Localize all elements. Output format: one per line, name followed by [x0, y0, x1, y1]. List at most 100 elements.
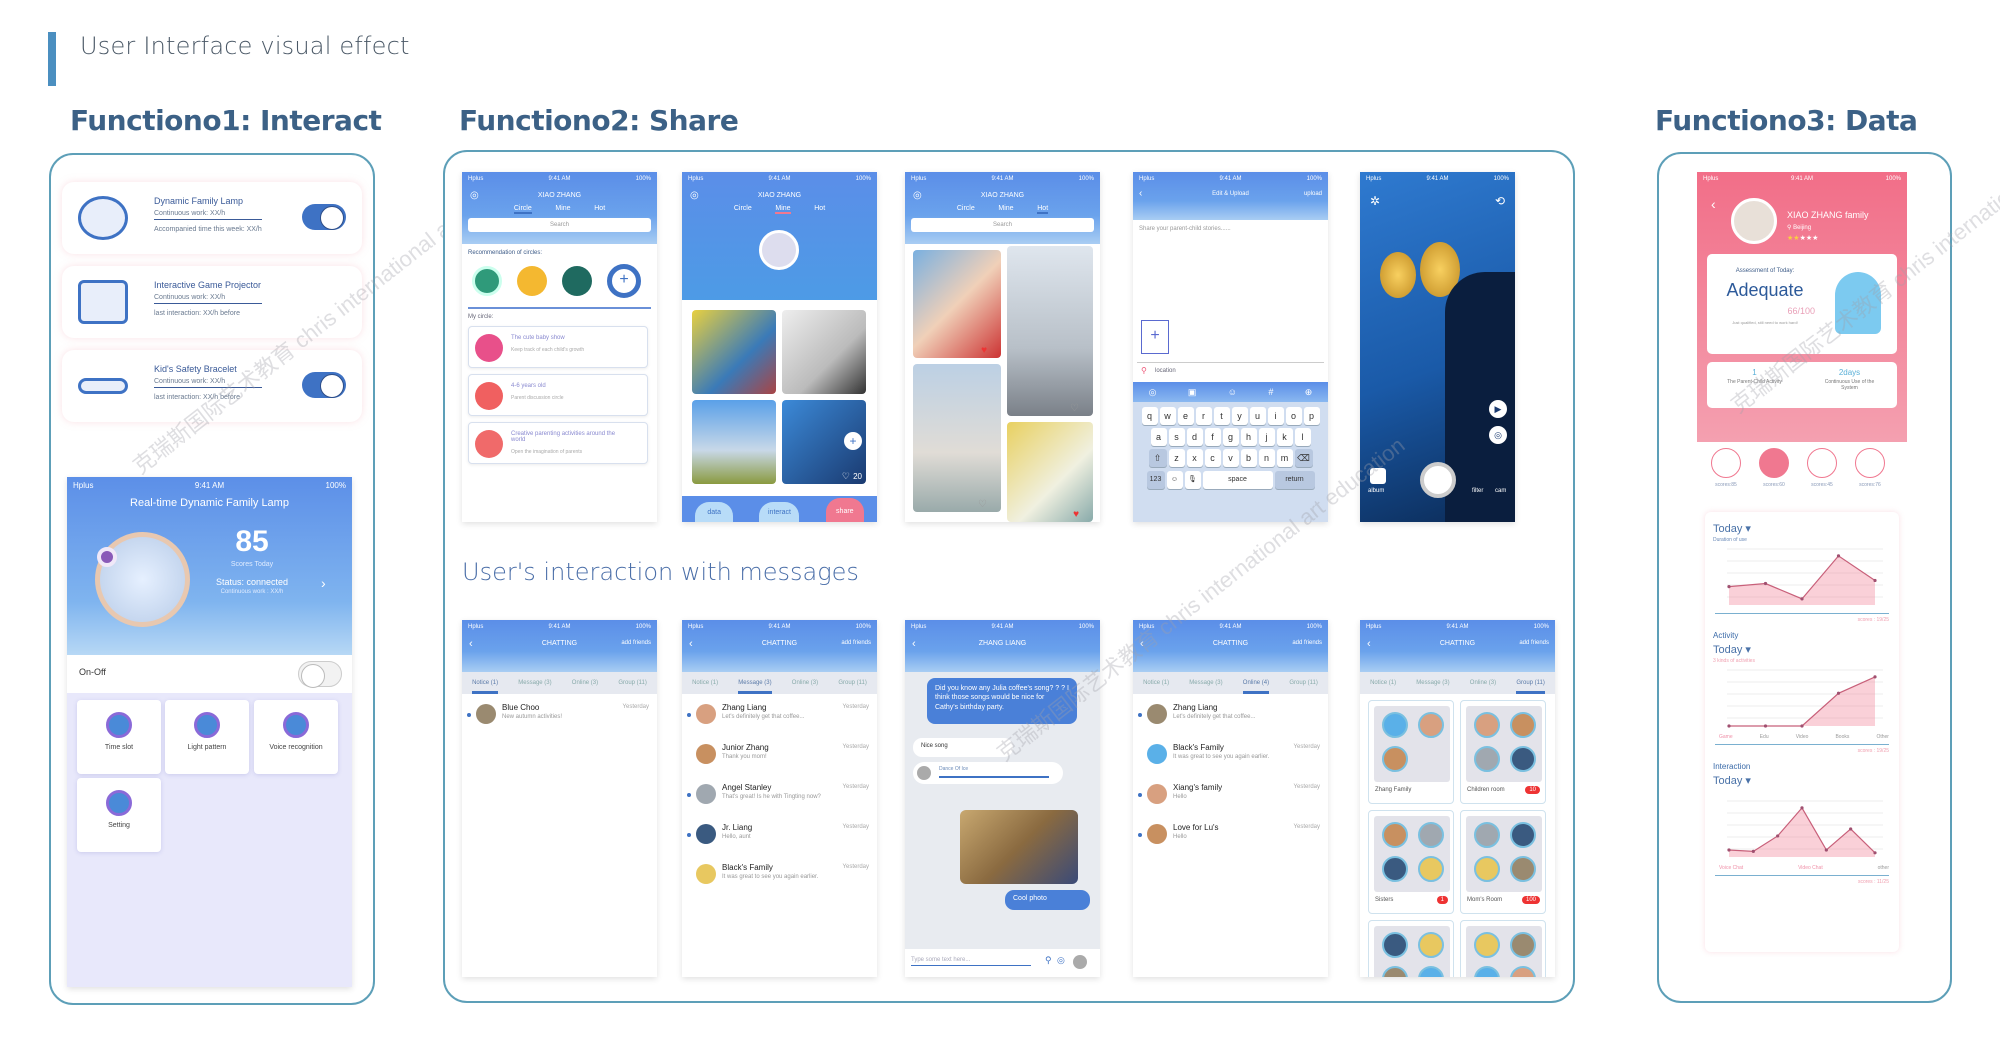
audio-message[interactable]: Dance Of Ice: [913, 762, 1063, 784]
chat-list-item[interactable]: Love for Lu's Hello Yesterday: [1133, 820, 1328, 858]
tab-mine[interactable]: Mine: [998, 205, 1013, 214]
device-score-icon[interactable]: [1711, 448, 1741, 478]
add-media-button[interactable]: +: [1141, 320, 1169, 354]
chat-tab[interactable]: Group (11): [1516, 672, 1545, 694]
chat-list-item[interactable]: Black's Family It was great to see you ag…: [682, 860, 877, 898]
period-dropdown[interactable]: Today ▾: [1713, 522, 1751, 535]
key[interactable]: f: [1204, 427, 1221, 446]
tab-hot[interactable]: Hot: [1037, 205, 1049, 214]
key[interactable]: o: [1285, 406, 1302, 425]
photo-card[interactable]: ♡: [913, 364, 1001, 512]
chat-tab[interactable]: Notice (1): [692, 672, 718, 694]
photo[interactable]: [692, 400, 776, 484]
key[interactable]: y: [1231, 406, 1248, 425]
chat-tab[interactable]: Online (3): [792, 672, 818, 694]
chat-tab[interactable]: Group (11): [838, 672, 867, 694]
device-toggle[interactable]: [302, 372, 346, 398]
message-input[interactable]: Type some text here...: [911, 957, 1031, 966]
key[interactable]: g: [1222, 427, 1239, 446]
camera-icon[interactable]: ◎: [1149, 382, 1157, 402]
key[interactable]: z: [1168, 448, 1185, 467]
backspace-key[interactable]: ⌫: [1294, 448, 1313, 467]
photo[interactable]: [782, 310, 866, 394]
tab-circle[interactable]: Circle: [513, 205, 532, 214]
tile-setting[interactable]: Setting: [77, 778, 161, 852]
photo[interactable]: [692, 310, 776, 394]
add-photo-button[interactable]: +: [844, 432, 862, 450]
camera-icon[interactable]: ◎: [1057, 955, 1065, 966]
chat-tab[interactable]: Notice (1): [1370, 672, 1396, 694]
camera-icon[interactable]: ◎: [470, 190, 479, 201]
chat-tab[interactable]: Message (3): [518, 672, 551, 694]
heart-icon[interactable]: ♡: [842, 471, 850, 482]
tab-interact[interactable]: interact: [759, 502, 800, 522]
key[interactable]: r: [1195, 406, 1212, 425]
device-card[interactable]: Kid's Safety Bracelet Continuous work: XX…: [62, 350, 362, 422]
circle-avatar[interactable]: [562, 266, 592, 296]
key[interactable]: t: [1213, 406, 1230, 425]
chat-tab[interactable]: Message (3): [738, 672, 772, 694]
chat-list-item[interactable]: Xiang's family Hello Yesterday: [1133, 780, 1328, 818]
settings-icon[interactable]: ✲: [1370, 194, 1380, 208]
device-score-icon[interactable]: [1855, 448, 1885, 478]
group-card[interactable]: Mom's Room 100: [1460, 810, 1546, 914]
tile-time-slot[interactable]: Time slot: [77, 700, 161, 774]
key[interactable]: j: [1258, 427, 1275, 446]
video-icon[interactable]: ▣: [1188, 382, 1197, 402]
search-input[interactable]: Search: [468, 218, 651, 232]
photo[interactable]: 20 ♡ +: [782, 400, 866, 484]
album-icon[interactable]: [1370, 468, 1386, 484]
audio-progress[interactable]: [939, 776, 1049, 778]
add-friends-button[interactable]: add friends: [1292, 640, 1322, 646]
chat-tab[interactable]: Group (11): [618, 672, 647, 694]
key[interactable]: v: [1222, 448, 1239, 467]
shared-photo[interactable]: [960, 810, 1078, 884]
photo-card[interactable]: ♡: [1007, 246, 1093, 416]
device-card[interactable]: Dynamic Family Lamp Continuous work: XX/h…: [62, 182, 362, 254]
key[interactable]: i: [1267, 406, 1284, 425]
chat-tab[interactable]: Group (11): [1289, 672, 1318, 694]
key[interactable]: s: [1168, 427, 1185, 446]
chat-tab[interactable]: Notice (1): [472, 672, 499, 694]
key[interactable]: d: [1186, 427, 1203, 446]
heart-icon[interactable]: ♥: [1073, 509, 1079, 520]
group-card[interactable]: Zhang Family: [1368, 700, 1454, 804]
photo-card[interactable]: ♥: [913, 250, 1001, 358]
chat-list-item[interactable]: Zhang Liang Let's definitely get that cof…: [682, 700, 877, 738]
add-friends-button[interactable]: add friends: [841, 640, 871, 646]
key[interactable]: w: [1159, 406, 1176, 425]
status-text[interactable]: Status: connected: [187, 577, 317, 587]
filter-label[interactable]: filter: [1472, 488, 1483, 494]
photo-card[interactable]: ♥: [1007, 422, 1093, 522]
period-dropdown[interactable]: Today ▾: [1713, 643, 1751, 656]
device-score-icon[interactable]: [1759, 448, 1789, 478]
tab-hot[interactable]: Hot: [594, 205, 605, 214]
key[interactable]: e: [1177, 406, 1194, 425]
heart-icon[interactable]: ♡: [978, 499, 987, 510]
chat-tab[interactable]: Message (3): [1189, 672, 1222, 694]
tile-light-pattern[interactable]: Light pattern: [165, 700, 249, 774]
mic-key[interactable]: 🎙: [1184, 471, 1201, 489]
key[interactable]: x: [1186, 448, 1203, 467]
circle-avatar[interactable]: [517, 266, 547, 296]
group-card[interactable]: [1460, 920, 1546, 977]
period-dropdown[interactable]: Today ▾: [1713, 774, 1751, 787]
avatar[interactable]: [759, 230, 799, 270]
chat-list-item[interactable]: Angel Stanley That's great! Is he with Ti…: [682, 780, 877, 818]
hashtag-icon[interactable]: #: [1268, 382, 1273, 402]
emoji-key[interactable]: ☺: [1166, 471, 1183, 489]
camera-icon[interactable]: ◎: [690, 190, 699, 201]
key-123[interactable]: 123: [1146, 471, 1165, 489]
chat-tab[interactable]: Online (3): [1470, 672, 1496, 694]
key[interactable]: a: [1150, 427, 1167, 446]
tab-hot[interactable]: Hot: [814, 205, 825, 214]
upload-button[interactable]: upload: [1304, 191, 1322, 197]
heart-icon[interactable]: ♡: [1070, 403, 1079, 414]
heart-icon[interactable]: ♥: [981, 345, 987, 356]
tab-circle[interactable]: Circle: [957, 205, 975, 214]
story-input[interactable]: Share your parent-child stories......: [1139, 226, 1322, 232]
onoff-toggle[interactable]: [298, 661, 342, 688]
more-icon[interactable]: [1073, 955, 1087, 969]
key[interactable]: u: [1249, 406, 1266, 425]
chat-list-item[interactable]: Black's Family It was great to see you ag…: [1133, 740, 1328, 778]
